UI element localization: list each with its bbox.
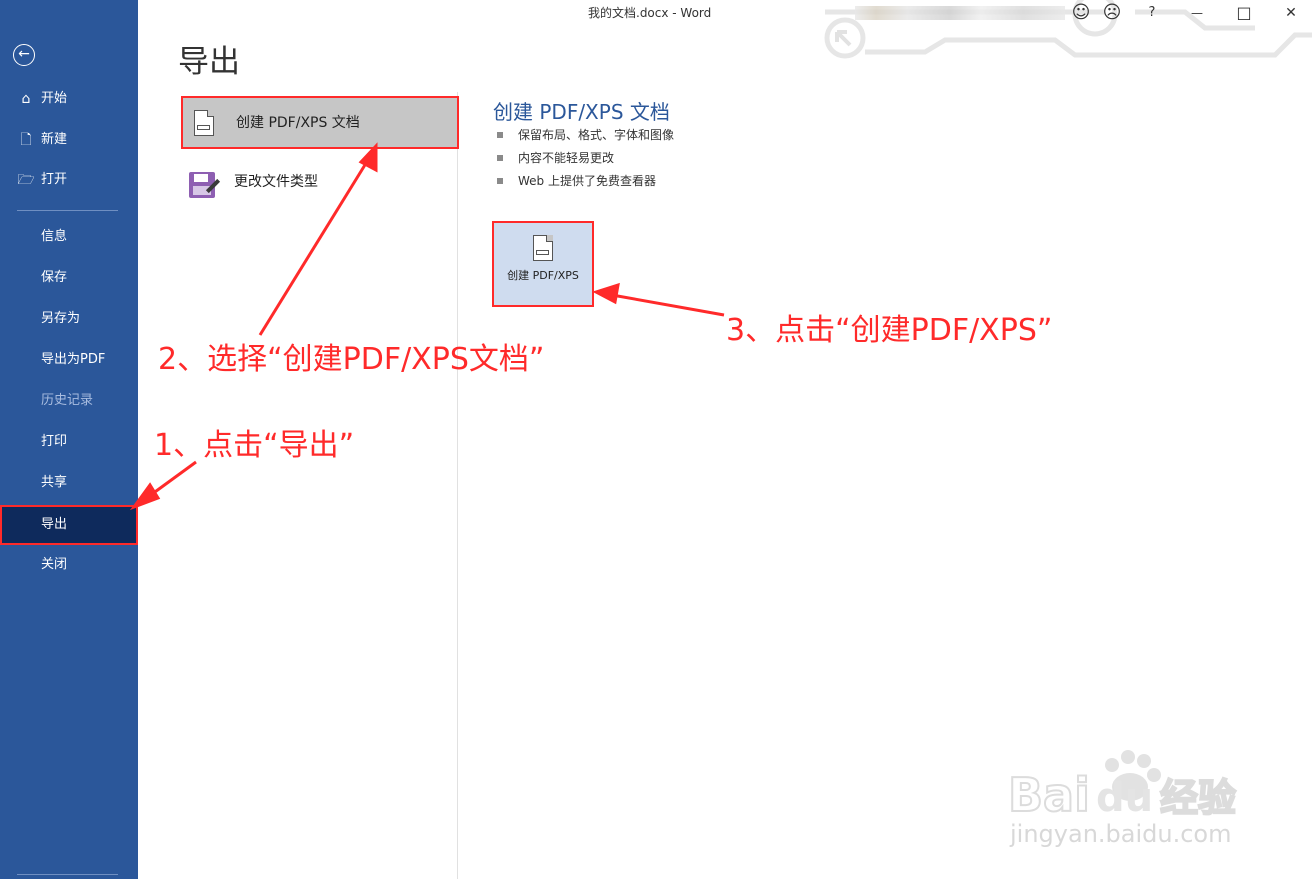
maximize-button[interactable]: □ <box>1230 2 1258 24</box>
pdf-document-icon <box>533 235 553 261</box>
sidebar-item-save[interactable]: 保存 <box>0 261 138 295</box>
annotation-step3: 3、点击“创建PDF/XPS” <box>726 313 1053 348</box>
detail-title: 创建 PDF/XPS 文档 <box>493 100 670 124</box>
sidebar-item-print[interactable]: 打印 <box>0 425 138 459</box>
window-title: 我的文档.docx - Word <box>588 6 712 20</box>
option-label: 创建 PDF/XPS 文档 <box>236 115 360 131</box>
sidebar-divider <box>17 874 118 875</box>
sidebar-item-home[interactable]: ⌂ 开始 <box>0 82 138 116</box>
pdf-document-icon <box>194 110 214 136</box>
backstage-sidebar: ← ⌂ 开始 🗋 新建 🗁 打开 信息 保存 另存为 导出为PDF 历史记录 打… <box>0 0 138 879</box>
svg-text:经验: 经验 <box>1160 776 1236 820</box>
sidebar-item-new[interactable]: 🗋 新建 <box>0 123 138 157</box>
sidebar-item-label: 信息 <box>41 229 68 244</box>
sidebar-item-label: 打印 <box>41 434 68 449</box>
close-button[interactable]: ✕ <box>1277 2 1305 24</box>
sidebar-item-export-pdf[interactable]: 导出为PDF <box>0 343 138 377</box>
home-icon: ⌂ <box>21 91 31 107</box>
sidebar-item-label: 保存 <box>41 270 68 285</box>
sidebar-item-label: 历史记录 <box>41 393 94 408</box>
option-change-file-type[interactable]: 更改文件类型 <box>181 157 459 210</box>
sidebar-item-label: 新建 <box>41 132 68 147</box>
sidebar-item-label: 开始 <box>41 91 68 106</box>
button-label: 创建 PDF/XPS <box>507 269 579 282</box>
sidebar-item-info[interactable]: 信息 <box>0 220 138 254</box>
sidebar-item-label: 共享 <box>41 475 68 490</box>
annotation-step2: 2、选择“创建PDF/XPS文档” <box>158 342 545 377</box>
page-title: 导出 <box>178 44 240 80</box>
option-label: 更改文件类型 <box>234 174 318 190</box>
smile-feedback-icon[interactable]: ☺ <box>1068 2 1094 24</box>
save-as-floppy-icon <box>189 172 221 198</box>
sidebar-item-label: 导出为PDF <box>41 352 106 367</box>
sidebar-item-history: 历史记录 <box>0 384 138 418</box>
sidebar-item-label: 导出 <box>41 517 68 532</box>
create-pdf-xps-button[interactable]: 创建 PDF/XPS <box>492 221 594 307</box>
arrow-step1-line <box>147 460 197 499</box>
sidebar-item-close[interactable]: 关闭 <box>0 548 138 582</box>
baidu-watermark-logo: Bai du 经验 <box>1007 750 1237 823</box>
frown-feedback-icon[interactable]: ☹ <box>1099 2 1125 24</box>
back-arrow-icon[interactable]: ← <box>13 44 35 66</box>
sidebar-item-open[interactable]: 🗁 打开 <box>0 163 138 197</box>
arrow-step3-head <box>592 282 620 305</box>
column-divider <box>457 92 458 879</box>
svg-text:du: du <box>1096 775 1153 821</box>
minimize-button[interactable]: — <box>1183 2 1211 24</box>
help-icon[interactable]: ? <box>1140 2 1164 24</box>
sidebar-item-label: 另存为 <box>41 311 81 326</box>
sidebar-item-export[interactable]: 导出 <box>0 505 138 545</box>
folder-open-icon: 🗁 <box>17 172 35 188</box>
sidebar-item-label: 关闭 <box>41 557 68 572</box>
watermark-url: jingyan.baidu.com <box>1010 820 1232 848</box>
option-create-pdf-xps-document[interactable]: 创建 PDF/XPS 文档 <box>181 96 459 149</box>
account-name-blurred <box>855 6 1065 20</box>
annotation-step1: 1、点击“导出” <box>154 428 355 463</box>
arrow-step3-line <box>611 293 725 317</box>
sidebar-item-share[interactable]: 共享 <box>0 466 138 500</box>
sidebar-item-label: 打开 <box>41 172 68 187</box>
svg-text:Bai: Bai <box>1008 768 1090 822</box>
new-document-icon: 🗋 <box>20 132 32 148</box>
sidebar-item-save-as[interactable]: 另存为 <box>0 302 138 336</box>
sidebar-divider <box>17 210 118 211</box>
